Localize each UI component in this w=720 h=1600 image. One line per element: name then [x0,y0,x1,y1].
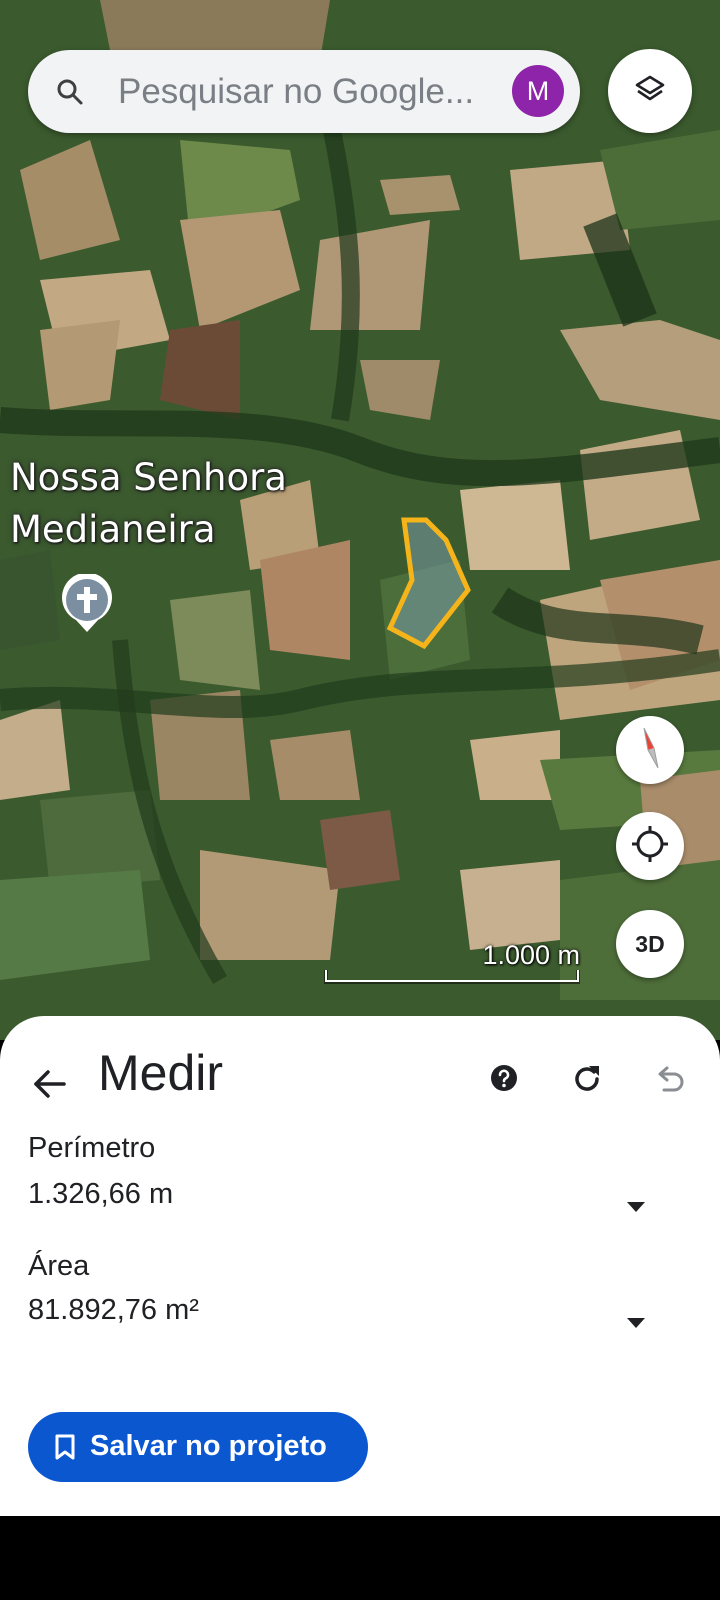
church-pin-icon[interactable] [60,572,114,634]
reset-icon[interactable] [570,1062,604,1096]
scale-bar [324,970,580,984]
system-navigation-bar [0,1516,720,1600]
3d-view-button[interactable]: 3D [616,910,684,978]
layers-button[interactable] [608,49,692,133]
compass-button[interactable] [616,716,684,784]
bookmark-icon [54,1434,76,1460]
perimeter-value: 1.326,66 m [28,1178,174,1210]
undo-icon[interactable] [654,1064,686,1094]
perimeter-label: Perímetro [28,1132,156,1164]
area-label: Área [28,1250,90,1282]
save-to-project-button[interactable]: Salvar no projeto [28,1412,368,1482]
area-value: 81.892,76 m² [28,1294,199,1326]
search-icon[interactable] [56,78,84,106]
area-unit-dropdown-icon[interactable] [624,1316,648,1330]
scale-label: 1.000 m [482,940,580,970]
back-arrow-icon[interactable] [30,1064,70,1104]
place-label[interactable]: Nossa Senhora Medianeira [10,452,287,556]
save-button-label: Salvar no projeto [90,1430,327,1462]
search-input[interactable] [118,66,508,118]
my-location-button[interactable] [616,812,684,880]
my-location-icon [630,824,670,869]
search-bar[interactable]: M [28,50,580,133]
panel-title: Medir [98,1045,224,1101]
layers-icon [634,73,666,110]
compass-icon [630,726,670,775]
measure-panel: Medir Perímetro 1.326,66 m Área 81.892,7… [0,1016,720,1516]
perimeter-unit-dropdown-icon[interactable] [624,1200,648,1214]
help-icon[interactable] [490,1064,518,1092]
avatar[interactable]: M [512,65,564,117]
satellite-map[interactable]: Nossa Senhora Medianeira M [0,0,720,1040]
